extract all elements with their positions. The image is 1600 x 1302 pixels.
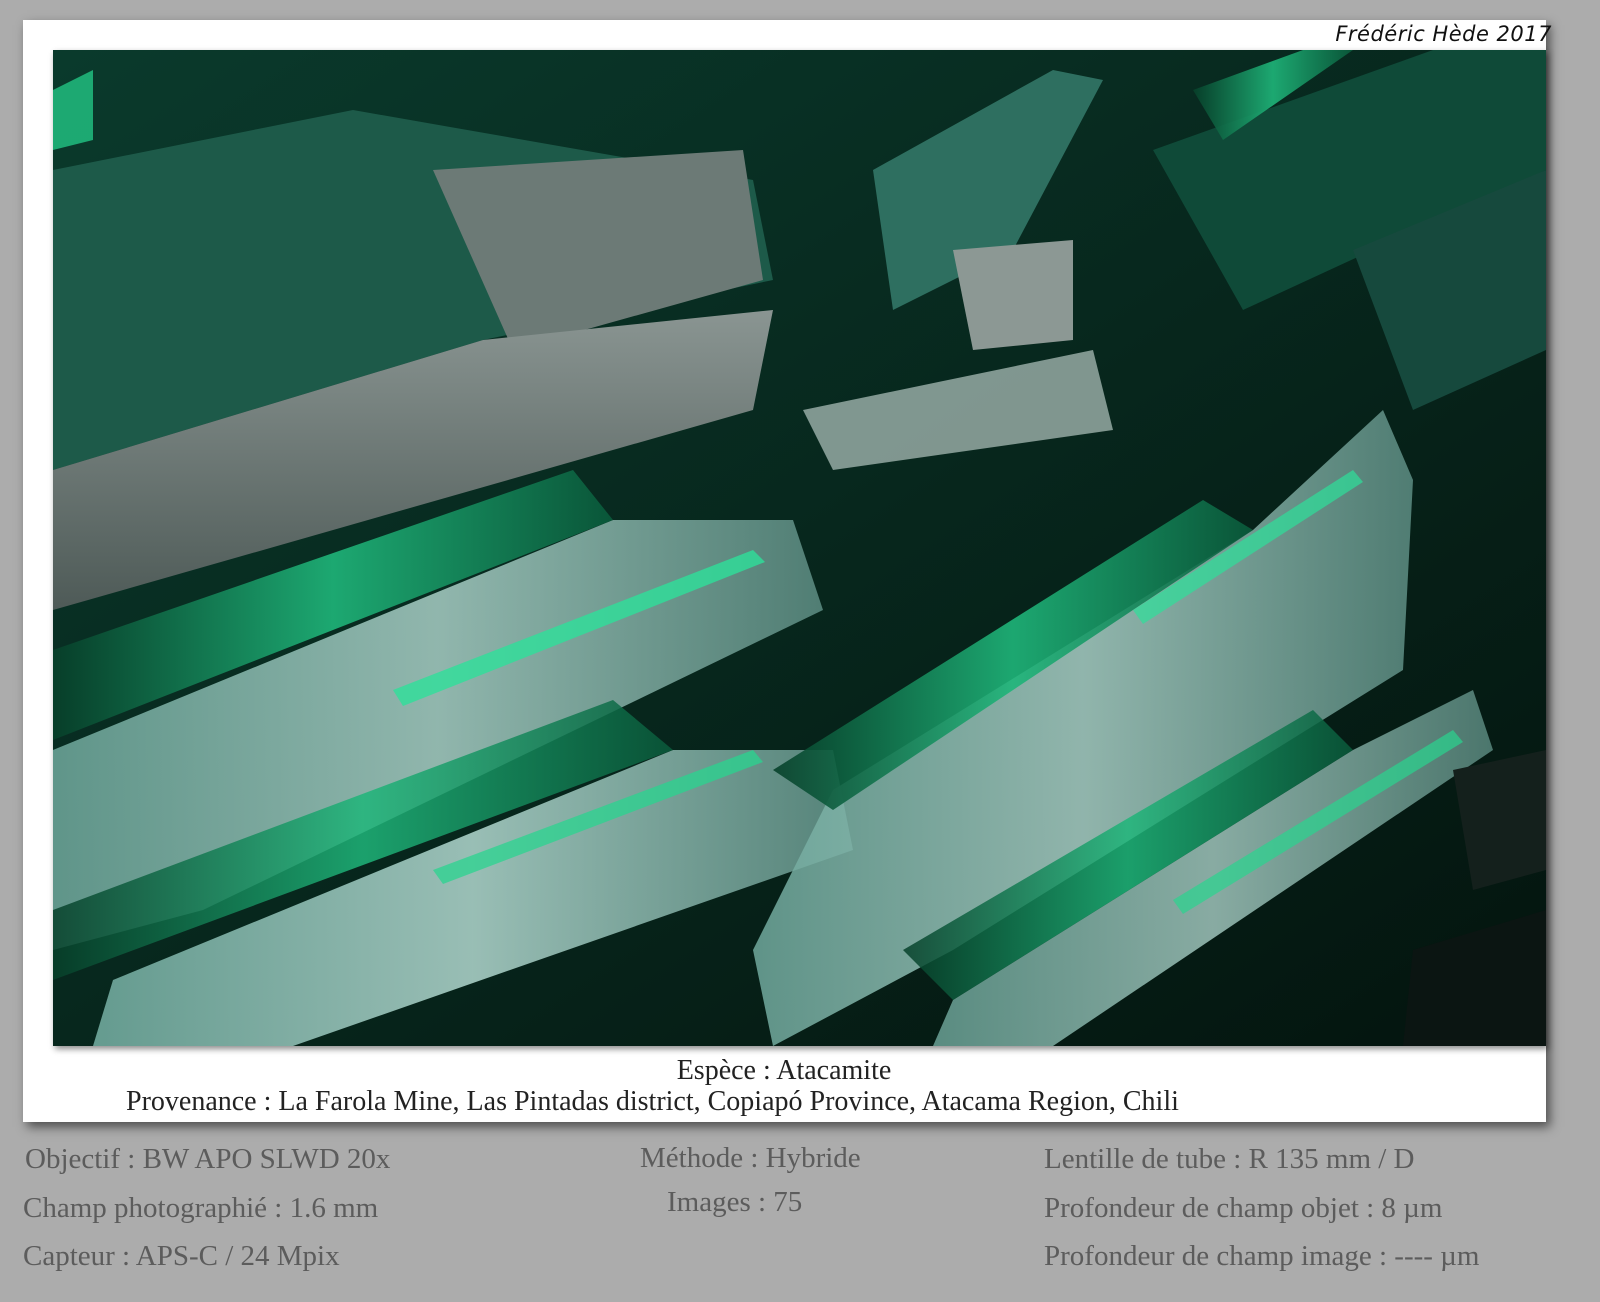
- objectif-detail: Objectif : BW APO SLWD 20x: [25, 1143, 391, 1175]
- images-detail: Images : 75: [667, 1186, 803, 1218]
- lentille-detail: Lentille de tube : R 135 mm / D: [1044, 1143, 1415, 1175]
- photographer-signature: Frédéric Hède 2017: [1335, 22, 1552, 46]
- capteur-detail: Capteur : APS-C / 24 Mpix: [23, 1240, 340, 1272]
- methode-detail: Méthode : Hybride: [640, 1142, 861, 1174]
- species-caption: Espèce : Atacamite: [676, 1055, 892, 1086]
- champ-detail: Champ photographié : 1.6 mm: [23, 1192, 379, 1224]
- crystal-image: [53, 50, 1546, 1046]
- profondeur-image-detail: Profondeur de champ image : ---- µm: [1044, 1240, 1480, 1272]
- profondeur-objet-detail: Profondeur de champ objet : 8 µm: [1044, 1192, 1443, 1224]
- provenance-caption: Provenance : La Farola Mine, Las Pintada…: [126, 1086, 1179, 1117]
- atacamite-photograph: [53, 50, 1546, 1046]
